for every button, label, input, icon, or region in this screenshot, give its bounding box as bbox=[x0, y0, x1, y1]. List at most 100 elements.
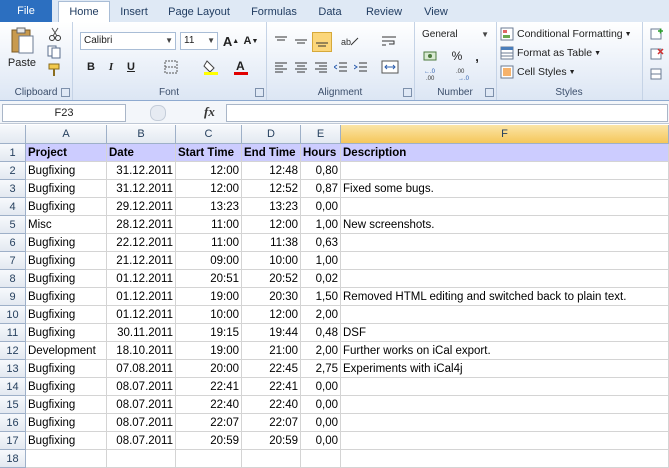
table-cell[interactable] bbox=[341, 234, 669, 252]
column-header-e[interactable]: E bbox=[301, 125, 341, 144]
formula-bar-handle[interactable] bbox=[150, 105, 166, 121]
tab-file[interactable]: File bbox=[0, 0, 52, 22]
table-cell[interactable]: Bugfixing bbox=[26, 414, 107, 432]
table-cell[interactable] bbox=[341, 198, 669, 216]
row-header[interactable]: 2 bbox=[0, 162, 26, 180]
font-launcher[interactable] bbox=[255, 88, 264, 97]
column-header-b[interactable]: B bbox=[107, 125, 176, 144]
table-cell[interactable]: 22:40 bbox=[242, 396, 301, 414]
table-cell[interactable]: 29.12.2011 bbox=[107, 198, 176, 216]
table-cell[interactable]: 0,87 bbox=[301, 180, 341, 198]
table-cell[interactable]: 08.07.2011 bbox=[107, 396, 176, 414]
table-cell[interactable]: 1,50 bbox=[301, 288, 341, 306]
table-cell[interactable]: 0,02 bbox=[301, 270, 341, 288]
table-cell[interactable]: 22:45 bbox=[242, 360, 301, 378]
table-cell[interactable]: 0,00 bbox=[301, 198, 341, 216]
table-cell[interactable]: Fixed some bugs. bbox=[341, 180, 669, 198]
row-header[interactable]: 1 bbox=[0, 144, 26, 162]
table-cell[interactable]: Removed HTML editing and switched back t… bbox=[341, 288, 669, 306]
table-cell[interactable]: Bugfixing bbox=[26, 396, 107, 414]
select-all-corner[interactable] bbox=[0, 125, 26, 144]
table-cell[interactable]: 21:00 bbox=[242, 342, 301, 360]
copy-icon[interactable] bbox=[44, 44, 66, 60]
table-cell[interactable]: 20:52 bbox=[242, 270, 301, 288]
table-cell[interactable]: 31.12.2011 bbox=[107, 162, 176, 180]
decrease-decimal-icon[interactable]: .00 →.0 bbox=[454, 66, 476, 82]
borders-icon[interactable] bbox=[160, 58, 182, 76]
table-cell[interactable]: Bugfixing bbox=[26, 324, 107, 342]
increase-decimal-icon[interactable]: ←.0.00 bbox=[422, 66, 444, 82]
table-cell[interactable]: 11:00 bbox=[176, 234, 242, 252]
name-box[interactable]: F23 bbox=[2, 104, 126, 122]
table-cell[interactable] bbox=[242, 450, 301, 468]
table-cell[interactable]: 19:00 bbox=[176, 288, 242, 306]
table-cell[interactable]: Bugfixing bbox=[26, 288, 107, 306]
tab-data[interactable]: Data bbox=[312, 2, 348, 22]
table-cell[interactable]: 0,63 bbox=[301, 234, 341, 252]
row-header[interactable]: 10 bbox=[0, 306, 26, 324]
tab-view[interactable]: View bbox=[416, 2, 456, 22]
font-name-select[interactable]: Calibri ▼ bbox=[80, 32, 176, 50]
increase-indent-icon[interactable] bbox=[352, 58, 370, 76]
column-title-cell[interactable]: Description bbox=[341, 144, 669, 162]
insert-cells-icon[interactable] bbox=[648, 26, 666, 42]
row-header[interactable]: 12 bbox=[0, 342, 26, 360]
wrap-text-icon[interactable] bbox=[378, 32, 400, 50]
align-middle-icon[interactable] bbox=[292, 32, 310, 50]
table-cell[interactable]: 20:30 bbox=[242, 288, 301, 306]
table-cell[interactable]: 20:59 bbox=[176, 432, 242, 450]
table-cell[interactable] bbox=[341, 396, 669, 414]
comma-button[interactable]: , bbox=[470, 48, 484, 64]
table-cell[interactable] bbox=[176, 450, 242, 468]
table-cell[interactable]: 01.12.2011 bbox=[107, 270, 176, 288]
table-cell[interactable]: Bugfixing bbox=[26, 198, 107, 216]
table-cell[interactable]: Experiments with iCal4j bbox=[341, 360, 669, 378]
align-bottom-icon[interactable] bbox=[312, 32, 332, 52]
font-color-icon[interactable]: A bbox=[230, 58, 252, 76]
table-cell[interactable] bbox=[341, 270, 669, 288]
table-cell[interactable]: Bugfixing bbox=[26, 378, 107, 396]
column-title-cell[interactable]: End Time bbox=[242, 144, 301, 162]
table-cell[interactable]: 0,80 bbox=[301, 162, 341, 180]
table-cell[interactable]: 22:41 bbox=[176, 378, 242, 396]
table-cell[interactable]: Bugfixing bbox=[26, 252, 107, 270]
column-title-cell[interactable]: Date bbox=[107, 144, 176, 162]
table-cell[interactable]: 12:48 bbox=[242, 162, 301, 180]
table-cell[interactable]: 0,00 bbox=[301, 432, 341, 450]
column-header-a[interactable]: A bbox=[26, 125, 107, 144]
table-cell[interactable]: 19:44 bbox=[242, 324, 301, 342]
format-painter-icon[interactable] bbox=[44, 62, 66, 78]
bold-button[interactable]: B bbox=[82, 58, 100, 76]
row-header[interactable]: 17 bbox=[0, 432, 26, 450]
format-cells-icon[interactable] bbox=[648, 66, 666, 82]
format-as-table-button[interactable]: Format as Table ▼ bbox=[500, 44, 640, 62]
clipboard-launcher[interactable] bbox=[61, 88, 70, 97]
table-cell[interactable]: 12:00 bbox=[242, 306, 301, 324]
table-cell[interactable]: 31.12.2011 bbox=[107, 180, 176, 198]
merge-center-icon[interactable] bbox=[378, 58, 402, 76]
table-cell[interactable] bbox=[341, 162, 669, 180]
table-cell[interactable]: 0,00 bbox=[301, 378, 341, 396]
alignment-launcher[interactable] bbox=[403, 88, 412, 97]
grow-font-icon[interactable]: A ▲ bbox=[222, 32, 240, 50]
table-cell[interactable]: 09:00 bbox=[176, 252, 242, 270]
align-center-icon[interactable] bbox=[292, 58, 310, 76]
table-cell[interactable]: 1,00 bbox=[301, 216, 341, 234]
table-cell[interactable]: 22:41 bbox=[242, 378, 301, 396]
table-cell[interactable]: Bugfixing bbox=[26, 270, 107, 288]
cell-styles-button[interactable]: Cell Styles ▼ bbox=[500, 63, 640, 81]
column-title-cell[interactable]: Project bbox=[26, 144, 107, 162]
table-cell[interactable]: 08.07.2011 bbox=[107, 432, 176, 450]
number-launcher[interactable] bbox=[485, 88, 494, 97]
column-title-cell[interactable]: Hours bbox=[301, 144, 341, 162]
table-cell[interactable]: Bugfixing bbox=[26, 360, 107, 378]
table-cell[interactable]: 0,00 bbox=[301, 414, 341, 432]
row-header[interactable]: 5 bbox=[0, 216, 26, 234]
shrink-font-icon[interactable]: A ▼ bbox=[242, 32, 260, 50]
table-cell[interactable]: Bugfixing bbox=[26, 306, 107, 324]
table-cell[interactable]: 22.12.2011 bbox=[107, 234, 176, 252]
table-cell[interactable]: 08.07.2011 bbox=[107, 414, 176, 432]
table-cell[interactable]: 2,75 bbox=[301, 360, 341, 378]
row-header[interactable]: 16 bbox=[0, 414, 26, 432]
table-cell[interactable]: 13:23 bbox=[242, 198, 301, 216]
